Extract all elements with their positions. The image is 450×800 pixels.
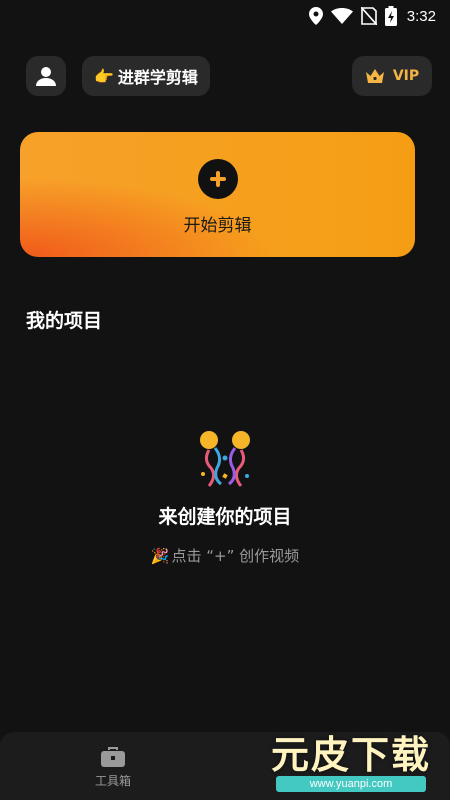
no-sim-icon: [360, 7, 377, 25]
crown-icon: [365, 69, 384, 83]
watermark-url: www.yuanpi.com: [276, 776, 426, 792]
tab-toolbox[interactable]: 工具箱: [78, 746, 148, 789]
plus-icon: [209, 171, 226, 187]
empty-state: 来创建你的项目 🎉 点击 “+” 创作视频: [0, 430, 450, 566]
battery-charging-icon: [384, 6, 397, 26]
location-icon: [308, 7, 323, 25]
party-popper-icon: 🎉: [150, 546, 170, 565]
start-editing-card[interactable]: 开始剪辑: [20, 132, 415, 257]
join-group-label: 进群学剪辑: [117, 68, 198, 87]
status-time: 3:32: [406, 7, 436, 25]
profile-button[interactable]: [26, 56, 66, 96]
vip-button[interactable]: VIP: [352, 56, 432, 96]
vip-label: VIP: [392, 68, 420, 84]
wifi-icon: [330, 8, 353, 24]
my-projects-title: 我的项目: [26, 310, 103, 332]
toolbox-label: 工具箱: [94, 774, 131, 788]
plus-button[interactable]: [197, 159, 238, 199]
watermark-title: 元皮下载: [270, 733, 431, 777]
confetti-icon: [200, 431, 250, 487]
pointing-hand-icon: 👉: [94, 66, 114, 86]
status-bar: 3:32: [0, 0, 450, 32]
start-editing-label: 开始剪辑: [183, 216, 252, 236]
watermark: 元皮下载 www.yuanpi.com: [266, 734, 436, 792]
empty-state-subtitle-text: 点击 “+” 创作视频: [171, 547, 300, 565]
user-icon: [36, 67, 56, 86]
join-group-button[interactable]: 👉 进群学剪辑: [82, 56, 210, 96]
empty-state-title: 来创建你的项目: [158, 506, 292, 528]
toolbox-icon: [101, 747, 125, 767]
empty-state-subtitle: 🎉 点击 “+” 创作视频: [151, 545, 299, 566]
